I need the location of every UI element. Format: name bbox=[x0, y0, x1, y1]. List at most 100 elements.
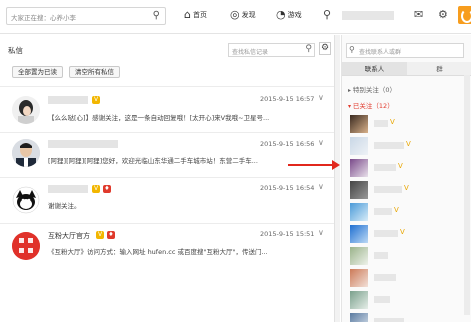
verified-badge-icon: V bbox=[394, 206, 399, 214]
mark-all-read-button[interactable]: 全部置为已读 bbox=[12, 66, 63, 78]
contact-avatar[interactable] bbox=[350, 291, 368, 309]
conversation-row[interactable]: V ♦ 2015-9-15 16:54 ∨ 谢谢关注。 bbox=[0, 177, 334, 223]
group-special-follow[interactable]: ▸ 特别关注（0） bbox=[348, 84, 396, 94]
nav-game[interactable]: ◔ 游戏 bbox=[276, 8, 302, 21]
message-search-placeholder: 查找私信记录 bbox=[232, 48, 269, 56]
contact-avatar[interactable] bbox=[350, 137, 368, 155]
conversation-preview: 【么么哒[心]】感谢关注，这是一条自动回复哦！[太开心]来V我哦~卫星号... bbox=[48, 114, 270, 122]
contact-name[interactable] bbox=[374, 164, 396, 171]
discover-icon: ◎ bbox=[230, 8, 240, 21]
chevron-down-icon[interactable]: ∨ bbox=[318, 228, 324, 237]
nav-game-label: 游戏 bbox=[287, 11, 302, 19]
conversation-time: 2015-9-15 16:54 bbox=[260, 184, 315, 192]
contact-avatar[interactable] bbox=[350, 225, 368, 243]
conversation-sender-name[interactable] bbox=[48, 140, 118, 148]
verified-badge-icon: V bbox=[390, 118, 395, 126]
chevron-down-icon[interactable]: ∨ bbox=[318, 138, 324, 147]
conversation-sender-name[interactable]: 互粉大厅官方 bbox=[48, 231, 90, 241]
contact-search-placeholder: 查找联系人或群 bbox=[359, 49, 402, 56]
contact-avatar[interactable] bbox=[350, 247, 368, 265]
verified-badge-icon: V bbox=[404, 184, 409, 192]
conversation-row[interactable]: 互粉大厅官方 V ♦ 2015-9-15 15:51 ∨ 《互粉大厅》访问方式：… bbox=[0, 223, 334, 273]
search-icon[interactable]: ⚲ bbox=[349, 45, 355, 54]
nav-discover[interactable]: ◎ 发现 bbox=[230, 8, 256, 21]
contacts-panel: ⚲ 查找联系人或群 联系人 群 ▸ 特别关注（0） ▾ 已关注（12） V V V V… bbox=[341, 35, 471, 322]
nav-home-label: 首页 bbox=[192, 11, 207, 19]
message-settings-gear-icon[interactable]: ⚙ bbox=[319, 42, 331, 55]
game-icon: ◔ bbox=[276, 8, 286, 21]
group-following-label: 已关注（12） bbox=[352, 102, 394, 110]
verified-badge-icon: V bbox=[92, 185, 100, 193]
message-actions: 全部置为已读 清空所有私信 bbox=[12, 66, 120, 78]
group-following[interactable]: ▾ 已关注（12） bbox=[348, 100, 394, 110]
contact-avatar[interactable] bbox=[350, 269, 368, 287]
tab-groups[interactable]: 群 bbox=[407, 62, 471, 75]
conversation-time: 2015-9-15 16:57 bbox=[260, 95, 315, 103]
message-search-input[interactable]: 查找私信记录 ⚲ bbox=[228, 43, 315, 57]
tab-contacts[interactable]: 联系人 bbox=[342, 62, 407, 75]
conversation-preview: 《互粉大厅》访问方式：输入网址 hufen.cc 或百度搜"互粉大厅"，传送门.… bbox=[48, 248, 268, 256]
contact-name[interactable] bbox=[374, 296, 390, 303]
avatar[interactable] bbox=[12, 186, 40, 214]
contact-name[interactable] bbox=[374, 318, 404, 322]
contact-avatar[interactable] bbox=[350, 159, 368, 177]
messages-title: 私信 bbox=[8, 46, 23, 55]
chevron-down-icon[interactable]: ∨ bbox=[318, 93, 324, 102]
conversation-time: 2015-9-15 15:51 bbox=[260, 230, 315, 238]
conversation-row[interactable]: V 2015-9-15 16:57 ∨ 【么么哒[心]】感谢关注，这是一条自动回… bbox=[0, 86, 334, 132]
contact-name[interactable] bbox=[374, 208, 392, 215]
member-badge-icon: ♦ bbox=[107, 231, 115, 239]
member-badge-icon: ♦ bbox=[103, 185, 111, 193]
app-logo[interactable] bbox=[458, 6, 471, 24]
verified-badge-icon: V bbox=[92, 96, 100, 104]
contact-name[interactable] bbox=[374, 120, 388, 127]
contact-search-input[interactable]: ⚲ 查找联系人或群 bbox=[346, 43, 464, 58]
conversation-preview: 谢谢关注。 bbox=[48, 202, 81, 210]
global-search-input[interactable]: 大家正在搜：心养小李 ⚲ bbox=[6, 7, 166, 25]
hufen-logo-icon bbox=[12, 232, 40, 260]
avatar[interactable] bbox=[12, 96, 40, 124]
verified-badge-icon: V bbox=[400, 228, 405, 236]
avatar[interactable] bbox=[12, 232, 40, 260]
nav-discover-label: 发现 bbox=[241, 11, 256, 19]
search-icon[interactable]: ⚲ bbox=[153, 10, 160, 21]
contact-name[interactable] bbox=[374, 142, 404, 149]
messages-header: 私信 查找私信记录 ⚲ ⚙ bbox=[0, 35, 334, 61]
contact-name[interactable] bbox=[374, 230, 398, 237]
contact-avatar[interactable] bbox=[350, 203, 368, 221]
verified-badge-icon: V bbox=[398, 162, 403, 170]
user-icon[interactable]: ⚲ bbox=[323, 8, 331, 21]
contact-name[interactable] bbox=[374, 274, 396, 281]
contact-avatar[interactable] bbox=[350, 115, 368, 133]
group-special-label: 特别关注（0） bbox=[352, 86, 397, 94]
conversation-row[interactable]: 2015-9-15 16:56 ∨ [阿狸][阿狸][阿狸]您好，欢迎光临山东华… bbox=[0, 132, 334, 177]
conversation-preview: [阿狸][阿狸][阿狸]您好，欢迎光临山东华通二手车城市站！东营二手车... bbox=[48, 157, 258, 165]
avatar-image bbox=[12, 186, 40, 214]
top-navigation-bar: 大家正在搜：心养小李 ⚲ ⌂ 首页 ◎ 发现 ◔ 游戏 ⚲ ✉ ⚙ bbox=[0, 0, 471, 34]
search-icon[interactable]: ⚲ bbox=[305, 44, 312, 54]
current-user-name[interactable] bbox=[342, 11, 394, 20]
contact-avatar[interactable] bbox=[350, 181, 368, 199]
conversation-time: 2015-9-15 16:56 bbox=[260, 140, 315, 148]
clear-all-messages-button[interactable]: 清空所有私信 bbox=[69, 66, 120, 78]
gear-icon[interactable]: ⚙ bbox=[438, 8, 448, 21]
red-arrow-annotation bbox=[288, 160, 340, 170]
avatar-image bbox=[12, 96, 40, 124]
contact-name[interactable] bbox=[374, 252, 388, 259]
avatar-image bbox=[12, 139, 40, 167]
contacts-scrollbar[interactable] bbox=[464, 75, 470, 315]
contacts-tabs: 联系人 群 bbox=[342, 62, 471, 76]
avatar[interactable] bbox=[12, 139, 40, 167]
contact-name[interactable] bbox=[374, 186, 402, 193]
chevron-down-icon[interactable]: ∨ bbox=[318, 182, 324, 191]
messages-scrollbar[interactable] bbox=[334, 35, 340, 322]
home-icon: ⌂ bbox=[184, 8, 191, 21]
nav-home[interactable]: ⌂ 首页 bbox=[184, 8, 207, 21]
contact-avatar[interactable] bbox=[350, 313, 368, 322]
conversation-sender-name[interactable] bbox=[48, 96, 88, 104]
verified-badge-icon: V bbox=[96, 231, 104, 239]
mail-icon[interactable]: ✉ bbox=[414, 8, 423, 21]
conversation-sender-name[interactable] bbox=[48, 185, 88, 193]
global-search-placeholder: 大家正在搜：心养小李 bbox=[11, 14, 76, 22]
messages-panel: 私信 查找私信记录 ⚲ ⚙ 全部置为已读 清空所有私信 V 2015-9-15 … bbox=[0, 35, 334, 322]
